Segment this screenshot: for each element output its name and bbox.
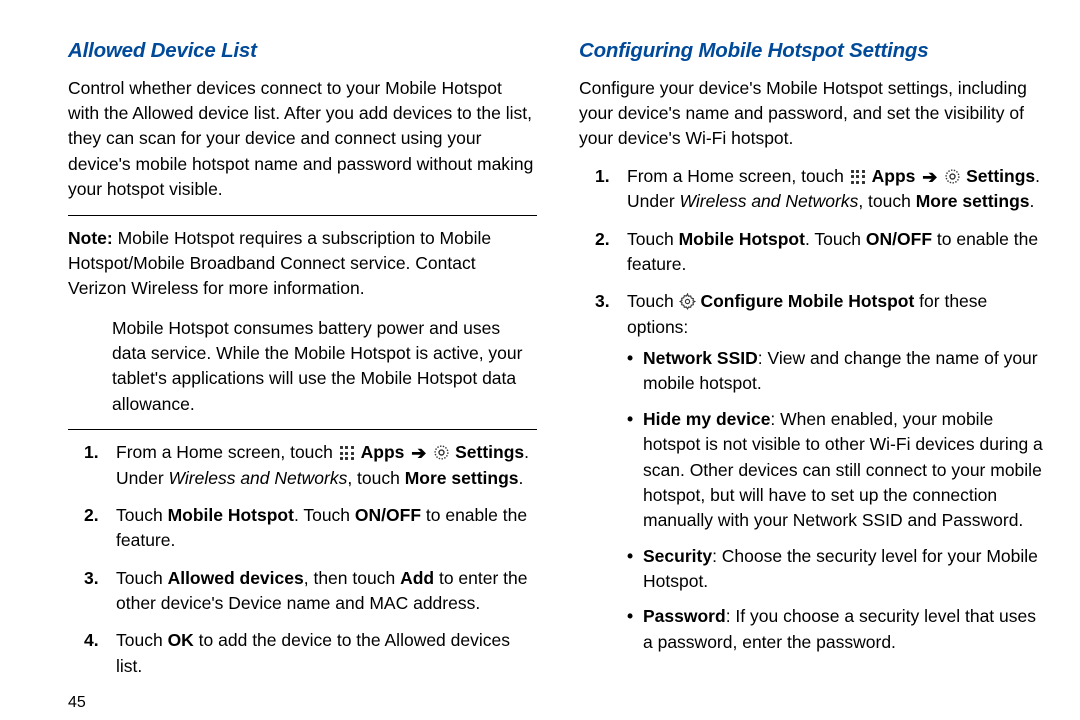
allowed-devices-label: Allowed devices: [168, 568, 304, 588]
wireless-networks-label: Wireless and Networks: [169, 468, 348, 488]
left-step-3: Touch Allowed devices, then touch Add to…: [68, 566, 537, 617]
text: Touch: [116, 630, 168, 650]
add-label: Add: [400, 568, 434, 588]
right-steps: From a Home screen, touch Apps ➔ Setting…: [579, 164, 1048, 655]
option-security: Security: Choose the security level for …: [627, 544, 1048, 595]
configure-label: Configure Mobile Hotspot: [700, 291, 914, 311]
on-off-label: ON/OFF: [355, 505, 421, 525]
option-title: Password: [643, 606, 726, 626]
text: Touch: [116, 568, 168, 588]
text: Touch: [116, 505, 168, 525]
left-steps: From a Home screen, touch Apps ➔ Setting…: [68, 440, 537, 679]
divider-top: [68, 215, 537, 216]
right-step-3: Touch Configure Mobile Hotspot for these…: [579, 289, 1048, 655]
left-step-2: Touch Mobile Hotspot. Touch ON/OFF to en…: [68, 503, 537, 554]
mobile-hotspot-label: Mobile Hotspot: [679, 229, 805, 249]
on-off-label: ON/OFF: [866, 229, 932, 249]
configure-icon: [679, 293, 696, 310]
text: .: [1030, 191, 1035, 211]
apps-label: Apps: [872, 166, 916, 186]
arrow-icon: ➔: [922, 168, 937, 186]
note-block: Note: Mobile Hotspot requires a subscrip…: [68, 226, 537, 418]
settings-label: Settings: [455, 442, 524, 462]
right-heading: Configuring Mobile Hotspot Settings: [579, 36, 1048, 66]
right-step-2: Touch Mobile Hotspot. Touch ON/OFF to en…: [579, 227, 1048, 278]
text: .: [519, 468, 524, 488]
text: From a Home screen, touch: [627, 166, 849, 186]
left-heading: Allowed Device List: [68, 36, 537, 66]
config-options: Network SSID: View and change the name o…: [627, 346, 1048, 655]
manual-page: Allowed Device List Control whether devi…: [0, 0, 1080, 714]
more-settings-label: More settings: [405, 468, 519, 488]
note-label: Note:: [68, 228, 113, 248]
note-body-2: Mobile Hotspot consumes battery power an…: [112, 316, 537, 418]
text: , then touch: [304, 568, 400, 588]
right-step-1: From a Home screen, touch Apps ➔ Setting…: [579, 164, 1048, 215]
text: Touch: [627, 291, 679, 311]
apps-icon: [850, 169, 866, 185]
left-intro: Control whether devices connect to your …: [68, 76, 537, 203]
ok-label: OK: [168, 630, 194, 650]
text: Touch: [627, 229, 679, 249]
left-column: Allowed Device List Control whether devi…: [68, 36, 537, 714]
right-intro: Configure your device's Mobile Hotspot s…: [579, 76, 1048, 152]
apps-label: Apps: [361, 442, 405, 462]
left-step-1: From a Home screen, touch Apps ➔ Setting…: [68, 440, 537, 491]
right-column: Configuring Mobile Hotspot Settings Conf…: [579, 36, 1048, 714]
mobile-hotspot-label: Mobile Hotspot: [168, 505, 294, 525]
note-body-1: Mobile Hotspot requires a subscription t…: [68, 228, 491, 299]
text: , touch: [858, 191, 915, 211]
option-network-ssid: Network SSID: View and change the name o…: [627, 346, 1048, 397]
apps-icon: [339, 445, 355, 461]
option-password: Password: If you choose a security level…: [627, 604, 1048, 655]
option-title: Network SSID: [643, 348, 758, 368]
text: . Touch: [294, 505, 355, 525]
more-settings-label: More settings: [916, 191, 1030, 211]
option-title: Security: [643, 546, 712, 566]
arrow-icon: ➔: [411, 444, 426, 462]
option-title: Hide my device: [643, 409, 770, 429]
divider-bottom: [68, 429, 537, 430]
text: . Touch: [805, 229, 866, 249]
text: From a Home screen, touch: [116, 442, 338, 462]
settings-label: Settings: [966, 166, 1035, 186]
option-hide-device: Hide my device: When enabled, your mobil…: [627, 407, 1048, 534]
left-step-4: Touch OK to add the device to the Allowe…: [68, 628, 537, 679]
settings-icon: [433, 444, 450, 461]
text: , touch: [347, 468, 404, 488]
settings-icon: [944, 168, 961, 185]
page-number: 45: [68, 691, 537, 714]
wireless-networks-label: Wireless and Networks: [680, 191, 859, 211]
